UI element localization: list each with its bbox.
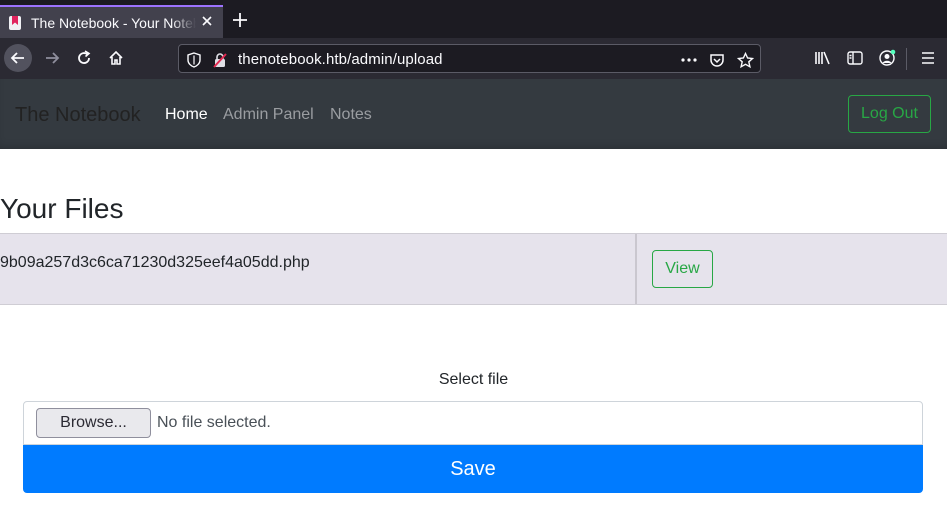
toolbar-divider <box>906 48 907 70</box>
notebook-favicon <box>8 15 22 31</box>
more-dots-icon[interactable] <box>680 51 698 69</box>
reload-icon[interactable] <box>70 44 98 72</box>
site-navbar: The Notebook Home Admin Panel Notes Log … <box>0 79 947 149</box>
forward-arrow-icon[interactable] <box>38 44 66 72</box>
hamburger-menu-icon[interactable] <box>914 44 942 72</box>
file-upload-input[interactable]: Browse... No file selected. <box>23 401 923 445</box>
url-bar[interactable]: thenotebook.htb/admin/upload <box>178 44 761 73</box>
file-status-text: No file selected. <box>157 414 271 431</box>
select-file-label: Select file <box>438 371 509 388</box>
pocket-icon[interactable] <box>708 51 726 69</box>
browser-toolbar: thenotebook.htb/admin/upload <box>0 38 947 79</box>
browse-button[interactable]: Browse... <box>36 408 151 438</box>
files-table: 9b09a257d3c6ca71230d325eef4a05dd.php Vie… <box>0 233 947 305</box>
brand-logo[interactable]: The Notebook <box>15 104 141 127</box>
nav-admin-panel-link[interactable]: Admin Panel <box>223 106 314 124</box>
file-name-cell: 9b09a257d3c6ca71230d325eef4a05dd.php <box>0 254 310 271</box>
home-icon[interactable] <box>102 44 130 72</box>
cell-divider <box>635 234 637 304</box>
nav-notes-link[interactable]: Notes <box>330 106 372 124</box>
tab-title: The Notebook - Your Notebook <box>31 14 196 31</box>
page-title: Your Files <box>0 193 124 224</box>
browser-tab-strip: The Notebook - Your Notebook <box>0 0 947 38</box>
back-arrow-icon[interactable] <box>4 44 32 72</box>
star-icon[interactable] <box>736 51 754 69</box>
close-icon[interactable] <box>199 13 215 29</box>
view-file-button[interactable]: View <box>652 250 713 288</box>
plus-icon[interactable] <box>229 9 251 31</box>
sidebar-icon[interactable] <box>841 44 869 72</box>
library-icon[interactable] <box>809 44 837 72</box>
logout-button[interactable]: Log Out <box>848 95 931 133</box>
insecure-lock-icon[interactable] <box>211 51 229 69</box>
url-text: thenotebook.htb/admin/upload <box>238 51 443 68</box>
shield-icon[interactable] <box>185 51 203 69</box>
account-icon[interactable] <box>873 44 901 72</box>
nav-home-link[interactable]: Home <box>165 106 208 124</box>
save-button[interactable]: Save <box>23 445 923 493</box>
browser-tab[interactable]: The Notebook - Your Notebook <box>0 5 223 38</box>
